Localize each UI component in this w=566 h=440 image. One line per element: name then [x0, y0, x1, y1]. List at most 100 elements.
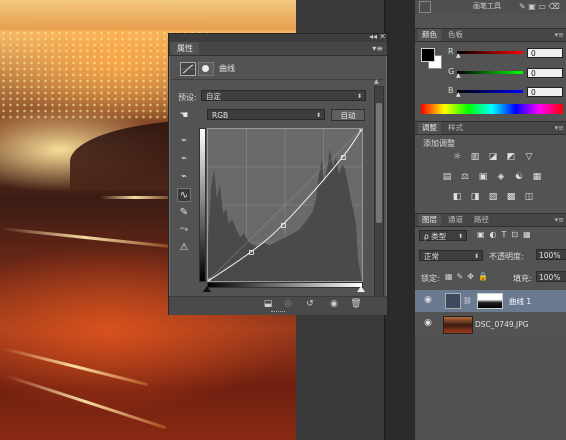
- hue-saturation-icon[interactable]: ▤: [441, 172, 453, 183]
- divider: [171, 79, 385, 80]
- color-panel-tabs: 颜色 色板 ▾≡: [415, 28, 566, 42]
- tab-color[interactable]: 颜色: [418, 29, 441, 41]
- posterize-icon[interactable]: ◨: [469, 192, 481, 203]
- layer-mask-thumbnail[interactable]: [477, 293, 503, 309]
- blend-mode-select[interactable]: 正常 ⬍: [419, 250, 483, 261]
- tab-swatches[interactable]: 色板: [444, 29, 467, 41]
- layer-name[interactable]: DSC_0749.JPG: [475, 320, 529, 329]
- layer-filter-icons[interactable]: ▣◐T⊡▦: [477, 230, 536, 239]
- color-balance-icon[interactable]: ⚖: [459, 172, 471, 183]
- black-white-icon[interactable]: ▣: [477, 172, 489, 183]
- panel-tab-bar: [169, 42, 387, 56]
- color-spectrum[interactable]: [421, 104, 563, 114]
- properties-panel: ◂◂ ✕ 属性 ▾≡ 曲线 预设: 自定 ⬍ ☚ RGB ⬍ 自动 ⌁ ⌁ ⌁ ∿ …: [168, 32, 388, 315]
- collapse-icon[interactable]: ◂◂: [369, 32, 377, 41]
- white-point-eyedropper-icon[interactable]: ⌁: [177, 170, 191, 184]
- curve-edit-icon[interactable]: ∿: [177, 188, 191, 202]
- layer-row[interactable]: ◉ DSC_0749.JPG: [415, 313, 566, 335]
- black-input-slider[interactable]: [203, 286, 211, 292]
- panel-menu-icon[interactable]: ▾≡: [555, 29, 564, 41]
- right-panel-dock: 画笔工具 ✎ ▣ ▭ ⌫ 颜色 色板 ▾≡ R ▲ 0 G ▲ 0 B ▲ 0 …: [414, 0, 566, 440]
- eye-icon[interactable]: ◉: [423, 295, 433, 305]
- dropdown-arrow-icon: ⬍: [473, 253, 479, 260]
- gradient-map-icon[interactable]: ▩: [505, 192, 517, 203]
- black-point-eyedropper-icon[interactable]: ⌁: [177, 134, 191, 148]
- fill-field[interactable]: 100%: [536, 271, 566, 282]
- curves-icon[interactable]: ◪: [487, 152, 499, 163]
- panel-menu-icon[interactable]: ▾≡: [555, 122, 564, 134]
- foreground-color-swatch[interactable]: [421, 48, 435, 62]
- resize-grip[interactable]: [271, 311, 285, 314]
- slider-thumb-icon[interactable]: ▲: [456, 72, 461, 79]
- auto-button[interactable]: 自动: [331, 109, 365, 121]
- opacity-field[interactable]: 100%: [536, 249, 566, 260]
- green-slider[interactable]: [457, 71, 523, 74]
- tab-channels[interactable]: 通道: [444, 214, 467, 226]
- white-input-slider[interactable]: [357, 286, 365, 292]
- selective-color-icon[interactable]: ◫: [523, 192, 535, 203]
- red-slider[interactable]: [457, 51, 523, 54]
- green-value[interactable]: 0: [527, 68, 563, 78]
- panel-menu-icon[interactable]: ▾≡: [372, 42, 383, 55]
- threshold-icon[interactable]: ▨: [487, 192, 499, 203]
- vibrance-icon[interactable]: ▽: [523, 152, 535, 163]
- delete-icon[interactable]: 🗑: [349, 298, 363, 311]
- curves-graph[interactable]: [207, 128, 363, 282]
- channel-select[interactable]: RGB ⬍: [207, 109, 325, 120]
- brush-icon: [419, 1, 431, 13]
- scroll-thumb[interactable]: [376, 103, 382, 223]
- brush-panel-icons: ✎ ▣ ▭ ⌫: [519, 2, 560, 11]
- tab-paths[interactable]: 路径: [470, 214, 493, 226]
- panel-scrollbar[interactable]: [374, 86, 384, 300]
- slider-thumb-icon[interactable]: ▲: [456, 52, 461, 59]
- lock-icons[interactable]: ▦✎✥🔒: [445, 272, 492, 281]
- blue-value[interactable]: 0: [527, 87, 563, 97]
- preset-value: 自定: [206, 92, 221, 101]
- fill-label: 填充:: [513, 274, 532, 283]
- photo-filter-icon[interactable]: ◈: [495, 172, 507, 183]
- layer-mask-icon[interactable]: [198, 62, 214, 76]
- hand-adjust-icon[interactable]: ☚: [177, 109, 191, 123]
- scroll-up-icon[interactable]: ▲: [374, 78, 379, 85]
- light-trail: [0, 227, 170, 248]
- channel-b-label: B: [448, 86, 454, 95]
- add-adjustment-heading: 添加调整: [423, 139, 455, 148]
- layers-panel-tabs: 图层 通道 路径 ▾≡: [415, 213, 566, 227]
- red-value[interactable]: 0: [527, 48, 563, 58]
- layer-row[interactable]: ◉ ⛓ 曲线 1: [415, 290, 566, 312]
- channel-mixer-icon[interactable]: ☯: [513, 172, 525, 183]
- layer-filter-kind[interactable]: ρ 类型 ⬍: [419, 230, 467, 241]
- smooth-icon[interactable]: ⤳: [177, 223, 191, 237]
- panel-titlebar[interactable]: [169, 34, 387, 42]
- visibility-icon[interactable]: ◉: [327, 298, 341, 311]
- panel-menu-icon[interactable]: ▾≡: [555, 214, 564, 226]
- blue-slider[interactable]: [457, 90, 523, 93]
- dropdown-arrow-icon: ⬍: [315, 112, 321, 119]
- exposure-icon[interactable]: ◩: [505, 152, 517, 163]
- tab-styles[interactable]: 样式: [444, 122, 467, 134]
- layers-empty-area: [415, 336, 566, 440]
- eye-icon[interactable]: ◉: [423, 318, 433, 328]
- blend-mode-value: 正常: [424, 252, 439, 261]
- adjustments-panel-tabs: 调整 样式 ▾≡: [415, 121, 566, 135]
- view-previous-icon[interactable]: ◎: [281, 298, 295, 311]
- link-icon[interactable]: ⛓: [463, 297, 472, 305]
- pencil-icon[interactable]: ✎: [177, 206, 191, 220]
- clipping-warning-icon[interactable]: ⚠: [177, 241, 191, 255]
- tab-layers[interactable]: 图层: [418, 214, 441, 226]
- brightness-contrast-icon[interactable]: ☼: [451, 152, 463, 163]
- slider-thumb-icon[interactable]: ▲: [456, 91, 461, 98]
- layer-name[interactable]: 曲线 1: [509, 296, 531, 307]
- invert-icon[interactable]: ◧: [451, 192, 463, 203]
- tab-adjustments[interactable]: 调整: [418, 122, 441, 134]
- dropdown-arrow-icon: ⬍: [457, 233, 463, 240]
- close-icon[interactable]: ✕: [379, 32, 386, 41]
- clip-to-layer-icon[interactable]: ⬓: [261, 298, 275, 311]
- levels-icon[interactable]: ▥: [469, 152, 481, 163]
- tab-properties[interactable]: 属性: [171, 42, 199, 55]
- preset-select[interactable]: 自定 ⬍: [201, 90, 366, 101]
- reset-icon[interactable]: ↺: [303, 298, 317, 311]
- gray-point-eyedropper-icon[interactable]: ⌁: [177, 152, 191, 166]
- opacity-label: 不透明度:: [489, 252, 524, 261]
- color-lookup-icon[interactable]: ▦: [531, 172, 543, 183]
